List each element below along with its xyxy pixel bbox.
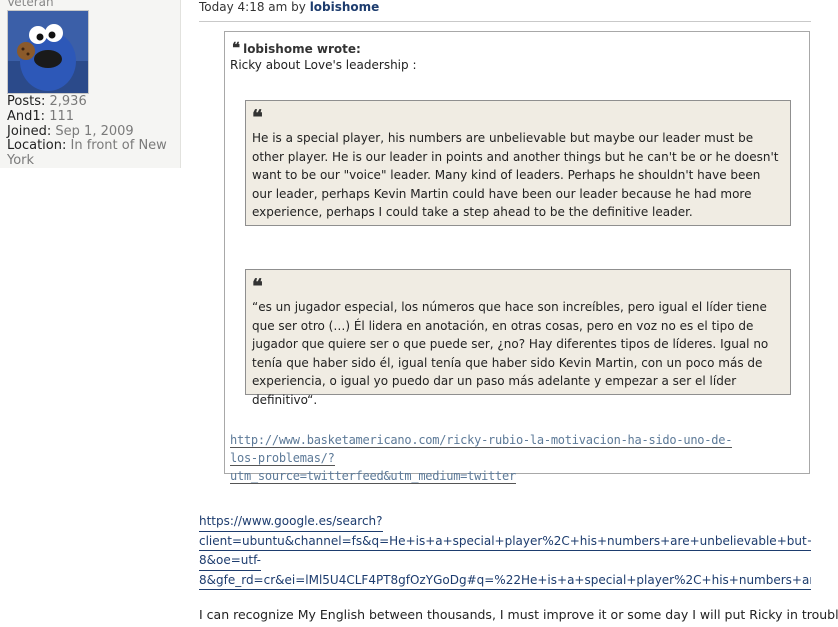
source-link[interactable]: http://www.basketamericano.com/ricky-rub… bbox=[230, 431, 750, 485]
quote-intro: Ricky about Love's leadership : bbox=[230, 58, 417, 72]
google-link-line[interactable]: 8&gfe_rd=cr&ei=lMl5U4CLF4PT8gfOzYGoDg#q=… bbox=[199, 571, 811, 590]
inner-quote-english: ❝ He is a special player, his numbers ar… bbox=[245, 100, 791, 226]
google-link-line[interactable]: https://www.google.es/search? bbox=[199, 512, 383, 532]
inner-quote-text: He is a special player, his numbers are … bbox=[252, 131, 779, 219]
stat-posts: Posts: 2,936 bbox=[7, 94, 87, 109]
google-link-line[interactable]: client=ubuntu&channel=fs&q=He+is+a+speci… bbox=[199, 532, 811, 551]
user-panel: Veteran Posts: 2,936 And1: 111 Joined: S… bbox=[0, 0, 181, 168]
stat-location: Location: In front of New York bbox=[7, 138, 167, 169]
quote-author: ❝ lobishome wrote: bbox=[232, 39, 361, 57]
google-link-line[interactable]: 8&oe=utf- bbox=[199, 551, 261, 571]
stat-joined: Joined: Sep 1, 2009 bbox=[7, 123, 134, 139]
outer-quote: ❝ lobishome wrote: Ricky about Love's lea… bbox=[224, 31, 810, 484]
inner-quote-text: “es un jugador especial, los números que… bbox=[252, 300, 769, 407]
stat-and1: And1: 111 bbox=[7, 108, 75, 124]
user-rank: Veteran bbox=[7, 0, 54, 9]
user-stats: Posts: 2,936 And1: 111 Joined: Sep 1, 20… bbox=[7, 94, 175, 169]
post-author-link[interactable]: lobishome bbox=[310, 0, 380, 14]
google-search-link[interactable]: https://www.google.es/search? client=ubu… bbox=[199, 512, 811, 590]
inner-quote-spanish: ❝ “es un jugador especial, los números q… bbox=[245, 269, 791, 407]
quote-mark-icon: ❝ bbox=[232, 39, 241, 57]
post-timestamp: Today 4:18 am by bbox=[199, 0, 306, 14]
post-meta: Today 4:18 am by lobishome bbox=[199, 0, 811, 22]
avatar[interactable] bbox=[7, 10, 89, 94]
quote-mark-icon: ❝ bbox=[252, 105, 263, 129]
post-closing-text: I can recognize My English between thous… bbox=[199, 607, 838, 622]
quote-mark-icon: ❝ bbox=[252, 274, 263, 298]
cookie-monster-avatar-image bbox=[8, 11, 88, 93]
